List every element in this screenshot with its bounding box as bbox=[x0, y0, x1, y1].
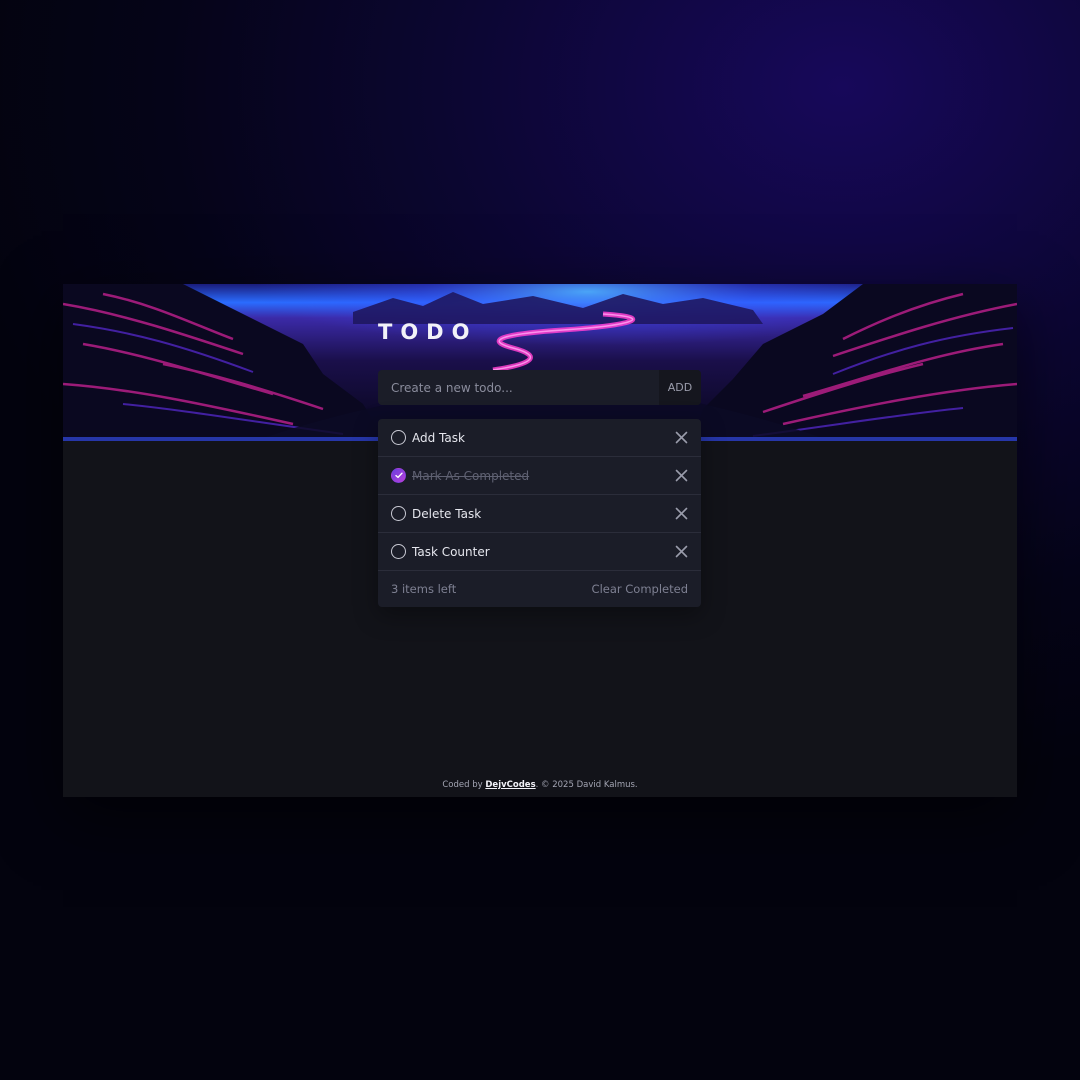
todo-label[interactable]: Task Counter bbox=[412, 545, 490, 559]
list-footer: 3 items left Clear Completed bbox=[378, 571, 701, 607]
landscape-illustration bbox=[63, 284, 1017, 438]
new-todo-form: ADD bbox=[378, 370, 701, 405]
todo-checkbox-checked[interactable] bbox=[391, 468, 406, 483]
todo-item: Delete Task bbox=[378, 495, 701, 533]
todo-checkbox[interactable] bbox=[391, 506, 406, 521]
credit-suffix: . © 2025 David Kalmus. bbox=[535, 780, 638, 790]
todo-label[interactable]: Delete Task bbox=[412, 507, 481, 521]
todo-checkbox[interactable] bbox=[391, 430, 406, 445]
app-window: TODO ADD Add Task Mark As Completed bbox=[63, 284, 1017, 797]
clear-completed-button[interactable]: Clear Completed bbox=[592, 582, 688, 596]
close-icon[interactable] bbox=[675, 507, 688, 520]
todo-item: Add Task bbox=[378, 419, 701, 457]
todo-label[interactable]: Add Task bbox=[412, 431, 465, 445]
close-icon[interactable] bbox=[675, 469, 688, 482]
credit-footer: Coded by DejvCodes. © 2025 David Kalmus. bbox=[63, 780, 1017, 790]
credit-prefix: Coded by bbox=[442, 780, 483, 790]
hero-banner bbox=[63, 284, 1017, 438]
page-title: TODO bbox=[378, 320, 478, 344]
new-todo-input[interactable] bbox=[378, 370, 659, 405]
close-icon[interactable] bbox=[675, 545, 688, 558]
todo-checkbox[interactable] bbox=[391, 544, 406, 559]
todo-item: Mark As Completed bbox=[378, 457, 701, 495]
todo-list: Add Task Mark As Completed Delete Task T… bbox=[378, 419, 701, 607]
author-link[interactable]: DejvCodes bbox=[485, 780, 535, 790]
items-left-counter: 3 items left bbox=[391, 582, 457, 596]
todo-item: Task Counter bbox=[378, 533, 701, 571]
check-icon bbox=[394, 472, 403, 479]
add-button[interactable]: ADD bbox=[659, 370, 701, 405]
close-icon[interactable] bbox=[675, 431, 688, 444]
todo-label-completed[interactable]: Mark As Completed bbox=[412, 469, 529, 483]
